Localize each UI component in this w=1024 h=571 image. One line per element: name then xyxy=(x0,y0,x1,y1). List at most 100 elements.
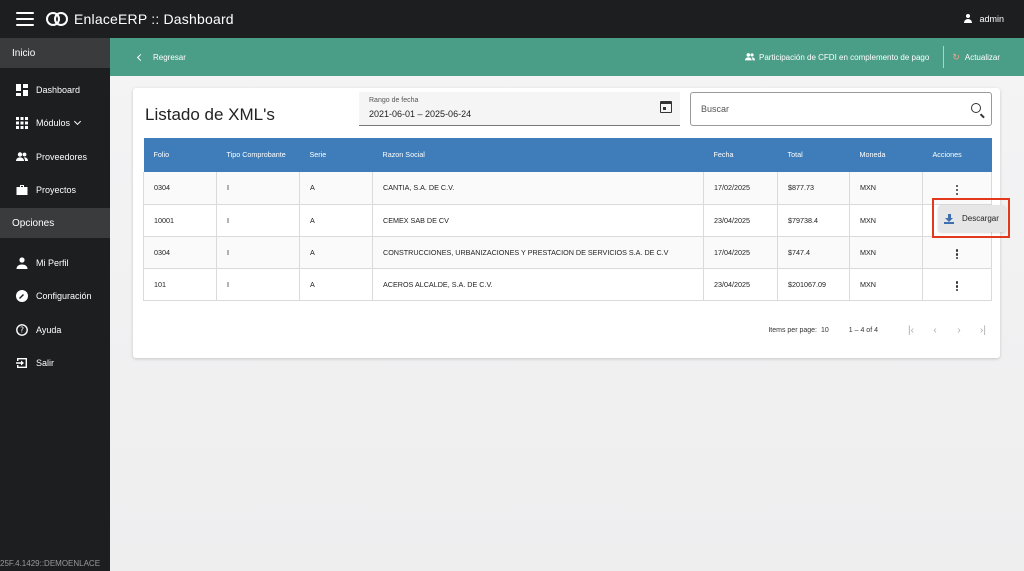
settings-icon xyxy=(16,290,28,303)
action-bar: Regresar Participación de CFDI en comple… xyxy=(110,38,1024,76)
sidebar-item-mi-perfil[interactable]: Mi Perfil xyxy=(0,246,110,280)
xml-list-card: Listado de XML's Rango de fecha 2021-06-… xyxy=(133,88,1000,358)
more-vert-icon[interactable] xyxy=(955,184,959,196)
column-header-folio[interactable]: Folio xyxy=(143,138,217,172)
cell-total: $747.4 xyxy=(777,236,850,269)
cell-razon-social: ACEROS ALCALDE, S.A. DE C.V. xyxy=(372,268,704,301)
sidebar-item-ayuda[interactable]: ? Ayuda xyxy=(0,313,110,347)
sidebar-section-opciones[interactable]: Opciones xyxy=(0,208,110,238)
date-range-field[interactable]: Rango de fecha 2021-06-01 – 2025-06-24 xyxy=(359,92,680,126)
top-bar: EnlaceERP :: Dashboard admin xyxy=(0,0,1024,38)
cell-moneda: MXN xyxy=(849,204,923,237)
page-range: 1 – 4 of 4 xyxy=(848,327,878,334)
cell-total: $201067.09 xyxy=(777,268,850,301)
sidebar-item-label: Ayuda xyxy=(36,324,62,335)
version-label: 25F.4.1429::DEMOENLACE xyxy=(0,559,101,568)
column-header-fecha[interactable]: Fecha xyxy=(703,138,778,172)
cell-tipo: I xyxy=(216,236,300,269)
more-vert-icon[interactable] xyxy=(955,281,959,292)
cell-total: $79738.4 xyxy=(777,204,850,237)
cell-fecha: 23/04/2025 xyxy=(703,268,778,301)
cell-razon-social: CEMEX SAB DE CV xyxy=(372,204,704,237)
sidebar-item-label: Salir xyxy=(36,358,55,369)
download-button[interactable]: Descargar xyxy=(938,205,1006,232)
previous-page-icon[interactable]: ‹ xyxy=(930,325,940,336)
search-icon[interactable] xyxy=(971,103,981,113)
user-icon xyxy=(963,14,973,24)
first-page-icon[interactable]: |‹ xyxy=(906,325,916,336)
items-per-page-label: Items per page: xyxy=(768,327,817,334)
briefcase-icon xyxy=(16,185,28,196)
people-icon xyxy=(745,53,755,61)
back-button[interactable]: Regresar xyxy=(136,52,186,62)
sidebar-item-configuracion[interactable]: Configuración xyxy=(0,280,110,314)
cell-acciones xyxy=(922,268,992,301)
chevron-left-icon xyxy=(136,53,145,61)
exit-icon xyxy=(16,358,27,369)
table-row: 0304 I A CANTIA, S.A. DE C.V. 17/02/2025… xyxy=(143,172,992,205)
sidebar-item-dashboard[interactable]: Dashboard xyxy=(0,73,110,107)
refresh-button[interactable]: ↻ Actualizar xyxy=(952,52,1000,63)
sidebar-item-label: Proveedores xyxy=(36,151,88,162)
next-page-icon[interactable]: › xyxy=(954,325,964,336)
cell-serie: A xyxy=(299,268,373,301)
dashboard-icon xyxy=(16,83,28,96)
page-title: Listado de XML's xyxy=(145,105,275,124)
page-size-select[interactable]: 10 xyxy=(821,327,829,334)
column-header-serie[interactable]: Serie xyxy=(299,138,373,172)
sidebar-item-salir[interactable]: Salir xyxy=(0,347,110,381)
cell-moneda: MXN xyxy=(849,172,923,205)
cell-tipo: I xyxy=(216,172,300,205)
sidebar-item-proveedores[interactable]: Proveedores xyxy=(0,140,110,174)
cell-fecha: 17/04/2025 xyxy=(703,236,778,269)
download-highlight: Descargar xyxy=(932,198,1010,238)
cell-total: $877.73 xyxy=(777,172,850,205)
person-icon xyxy=(16,257,28,269)
logo-icon xyxy=(46,12,68,26)
column-header-tipo[interactable]: Tipo Comprobante xyxy=(216,138,300,172)
sidebar-item-modulos[interactable]: Módulos xyxy=(0,107,110,141)
table-row: 10001 I A CEMEX SAB DE CV 23/04/2025 $79… xyxy=(143,204,992,237)
sidebar-item-label: Módulos xyxy=(36,118,71,129)
xml-table: Folio Tipo Comprobante Serie Razon Socia… xyxy=(143,138,992,301)
cell-folio: 101 xyxy=(143,268,217,301)
table-row: 101 I A ACEROS ALCALDE, S.A. DE C.V. 23/… xyxy=(143,268,992,301)
column-header-razon-social[interactable]: Razon Social xyxy=(372,138,704,172)
divider xyxy=(943,46,945,68)
more-vert-icon[interactable] xyxy=(955,249,959,260)
cell-fecha: 23/04/2025 xyxy=(703,204,778,237)
username: admin xyxy=(979,14,1004,24)
paginator: Items per page: 10 1 – 4 of 4 |‹ ‹ › ›| xyxy=(768,325,988,336)
sidebar-item-proyectos[interactable]: Proyectos xyxy=(0,174,110,208)
cell-tipo: I xyxy=(216,268,300,301)
last-page-icon[interactable]: ›| xyxy=(978,325,988,336)
sidebar-item-label: Proyectos xyxy=(36,185,77,196)
cell-serie: A xyxy=(299,236,373,269)
refresh-label: Actualizar xyxy=(964,52,1000,62)
hamburger-menu-icon[interactable] xyxy=(16,12,34,26)
cell-fecha: 17/02/2025 xyxy=(703,172,778,205)
cell-folio: 10001 xyxy=(143,204,217,237)
column-header-moneda[interactable]: Moneda xyxy=(849,138,923,172)
chevron-down-icon xyxy=(73,118,82,126)
search-field[interactable] xyxy=(690,92,992,126)
cfdi-participation-button[interactable]: Participación de CFDI en complemento de … xyxy=(745,52,929,62)
sidebar-section-inicio[interactable]: Inicio xyxy=(0,38,110,68)
calendar-icon[interactable] xyxy=(660,101,672,113)
cfdi-label: Participación de CFDI en complemento de … xyxy=(759,52,930,62)
cell-tipo: I xyxy=(216,204,300,237)
svg-text:?: ? xyxy=(20,325,24,334)
user-menu[interactable]: admin xyxy=(963,0,1004,38)
column-header-acciones: Acciones xyxy=(922,138,992,172)
cell-folio: 0304 xyxy=(143,172,217,205)
refresh-icon: ↻ xyxy=(952,51,960,62)
sidebar-item-label: Mi Perfil xyxy=(36,257,69,268)
back-label: Regresar xyxy=(153,52,186,62)
column-header-total[interactable]: Total xyxy=(777,138,850,172)
cell-serie: A xyxy=(299,172,373,205)
table-header-row: Folio Tipo Comprobante Serie Razon Socia… xyxy=(143,138,992,172)
sidebar: Inicio Dashboard Módulos Proveedores Pro… xyxy=(0,38,110,571)
cell-razon-social: CONSTRUCCIONES, URBANIZACIONES Y PRESTAC… xyxy=(372,236,704,269)
search-input[interactable] xyxy=(701,104,961,114)
grid-icon xyxy=(16,117,28,130)
